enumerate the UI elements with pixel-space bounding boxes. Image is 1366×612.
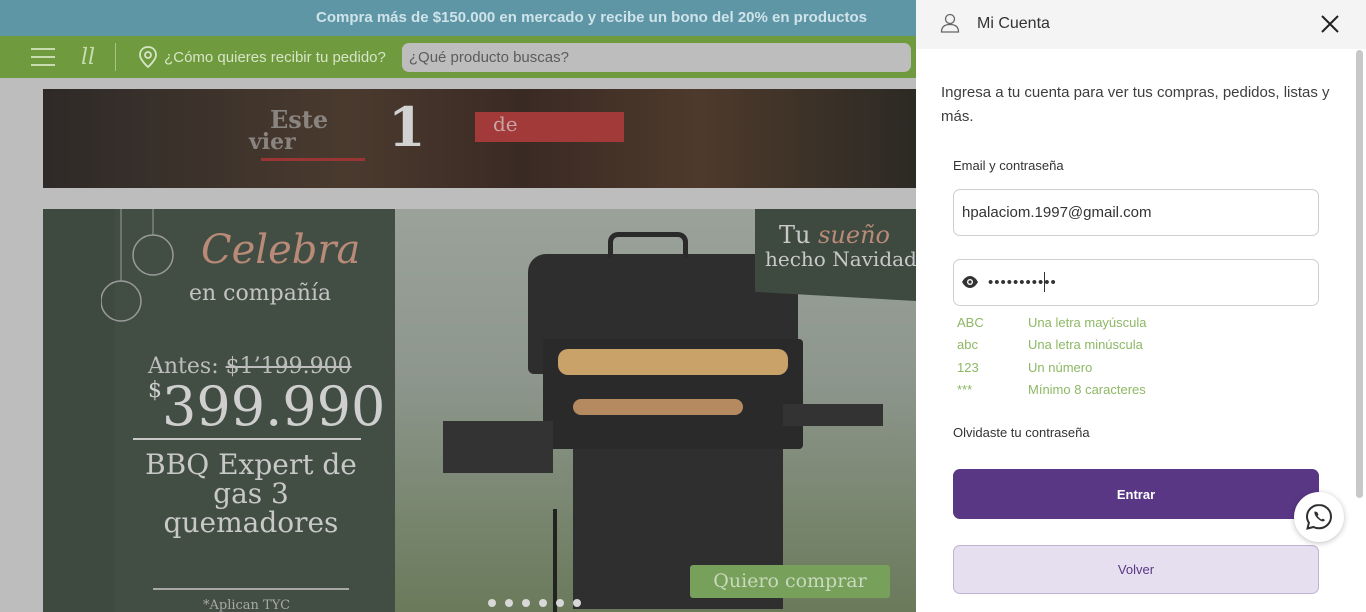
carousel-dot[interactable]	[539, 599, 547, 607]
credentials-label: Email y contraseña	[953, 158, 1064, 173]
password-field[interactable]	[953, 259, 1319, 306]
brand-logo[interactable]: ll	[81, 45, 95, 70]
carousel-dot[interactable]	[488, 599, 496, 607]
password-rule-text: Una letra mayúscula	[1028, 315, 1147, 330]
password-rule-text: Mínimo 8 caracteres	[1028, 382, 1146, 398]
password-rule-text: Un número	[1028, 359, 1093, 375]
price-symbol: $	[148, 378, 162, 403]
account-panel-header: Mi Cuenta	[916, 0, 1366, 49]
password-rule: abc Una letra minúscula	[957, 335, 1147, 357]
hero-subheadline: en compañía	[189, 281, 332, 306]
ribbon-word2: sueño	[818, 221, 890, 249]
text-caret	[1044, 272, 1045, 292]
hero-divider-bottom	[153, 588, 349, 590]
menu-icon[interactable]	[31, 48, 55, 66]
password-rule: 123 Un número	[957, 358, 1147, 380]
search-input[interactable]: ¿Qué producto buscas?	[401, 42, 911, 72]
main-nav: ll ¿Cómo quieres recibir tu pedido? ¿Qué…	[0, 36, 916, 78]
whatsapp-icon	[1305, 503, 1333, 530]
hero-product-name: BBQ Expert de gas 3 quemadores	[145, 448, 357, 539]
close-icon[interactable]	[1318, 12, 1342, 36]
location-pin-icon[interactable]	[138, 46, 158, 68]
back-button[interactable]: Volver	[953, 545, 1319, 594]
grill-shelf-right	[783, 404, 883, 426]
password-rule-text: Una letra minúscula	[1028, 337, 1143, 353]
grill-cart	[553, 509, 557, 612]
password-rule-code: ***	[957, 382, 973, 398]
password-rule-code: ABC	[957, 315, 984, 330]
password-rule-code: 123	[957, 359, 979, 375]
delivery-selector[interactable]: ¿Cómo quieres recibir tu pedido?	[164, 49, 386, 66]
password-rules: ABC Una letra mayúscula abc Una letra minús…	[957, 313, 1147, 403]
price-value: 399.990	[162, 375, 386, 438]
ribbon-word1: Tu	[779, 221, 811, 249]
grill-food-lower	[573, 399, 743, 415]
nav-divider	[115, 43, 117, 71]
banner-top[interactable]: Este vier 1 de	[43, 89, 916, 188]
account-intro-text: Ingresa a tu cuenta para ver tus compras…	[941, 84, 1330, 125]
hero-cta-button[interactable]: Quiero comprar	[690, 565, 890, 598]
banner-top-line2: vier	[249, 129, 296, 155]
ornament-icon	[101, 209, 174, 322]
password-rule: ABC Una letra mayúscula	[957, 313, 1147, 335]
grill-shelf-left	[443, 421, 553, 473]
panel-scrollbar[interactable]	[1356, 50, 1363, 498]
hero-headline: Celebra	[201, 227, 361, 273]
hero-divider	[133, 438, 361, 440]
carousel-dots	[488, 599, 581, 607]
password-rule: *** Mínimo 8 caracteres	[957, 380, 1147, 402]
grill-food	[558, 349, 788, 375]
user-icon	[940, 13, 960, 33]
carousel-dot[interactable]	[522, 599, 530, 607]
hero-terms: *Aplican TYC	[203, 598, 291, 612]
promo-bar[interactable]: Compra más de $150.000 en mercado y reci…	[0, 0, 916, 36]
forgot-password-link[interactable]: Olvidaste tu contraseña	[953, 425, 1090, 440]
whatsapp-button[interactable]	[1294, 492, 1344, 542]
carousel-dot[interactable]	[505, 599, 513, 607]
banner-top-tag: de	[475, 112, 624, 142]
hero-ribbon-line1: Tu sueño	[779, 221, 890, 249]
banner-top-underline	[261, 158, 365, 161]
eye-icon[interactable]	[961, 275, 979, 289]
carousel-dot[interactable]	[556, 599, 564, 607]
login-button[interactable]: Entrar	[953, 469, 1319, 519]
hero-price: $399.990	[148, 375, 385, 438]
carousel-dot[interactable]	[573, 599, 581, 607]
hero-ribbon-line2: hecho Navidad	[765, 247, 916, 271]
site-background: Compra más de $150.000 en mercado y reci…	[0, 0, 916, 612]
email-field[interactable]	[953, 189, 1319, 236]
banner-top-number: 1	[388, 95, 426, 159]
hero-banner[interactable]: Celebra en compañía Antes: $1’199.900 $3…	[43, 209, 916, 612]
account-panel-title: Mi Cuenta	[977, 15, 1050, 32]
password-rule-code: abc	[957, 337, 978, 353]
grill-handle	[608, 232, 688, 258]
